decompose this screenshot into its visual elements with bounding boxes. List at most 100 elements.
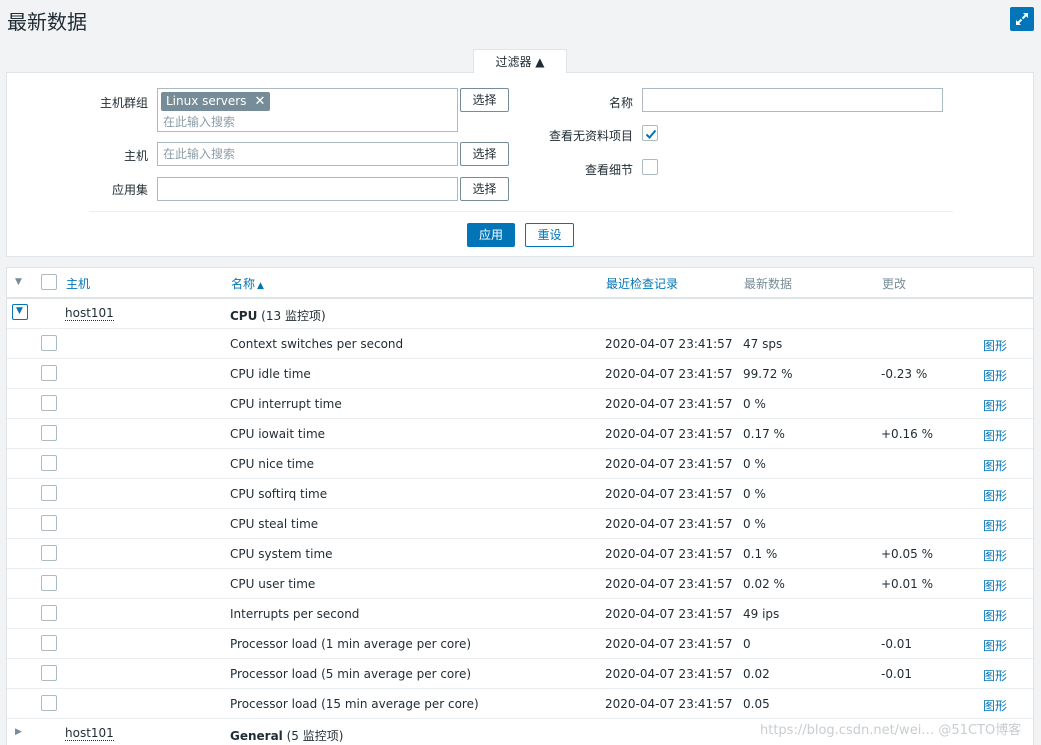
item-name: Interrupts per second [230,607,360,621]
item-last-check: 2020-04-07 23:41:57 [605,697,733,711]
item-last-value: 0 % [743,517,766,531]
group-host-link[interactable]: host101 [65,307,114,321]
item-checkbox[interactable] [41,515,57,531]
item-last-value: 0 % [743,487,766,501]
group-item-count: (13 监控项) [257,309,326,323]
group-application-label: General [230,729,283,743]
host-search-field[interactable] [157,142,458,166]
item-name: Processor load (5 min average per core) [230,667,472,681]
item-checkbox[interactable] [41,335,57,351]
column-name[interactable]: 名称 ▲ [231,275,264,292]
column-change: 更改 [882,277,907,291]
table-row: CPU idle time 2020-04-07 23:41:57 99.72 … [7,359,1033,389]
item-last-value: 0.17 % [743,427,785,441]
page-header: 最新数据 [0,0,1041,38]
collapse-group-button[interactable]: ▼ [12,304,28,320]
graph-link[interactable]: 图形 [983,517,1007,534]
reset-button[interactable]: 重设 [525,223,574,247]
item-checkbox[interactable] [41,605,57,621]
name-input[interactable] [643,89,942,111]
host-group-select-button[interactable]: 选择 [460,88,509,112]
item-checkbox[interactable] [41,425,57,441]
item-change: +0.05 % [881,547,933,561]
item-checkbox[interactable] [41,395,57,411]
table-row: Processor load (15 min average per core)… [7,689,1033,719]
host-group-search-placeholder[interactable]: 在此输入搜索 [163,113,235,130]
graph-link[interactable]: 图形 [983,367,1007,384]
show-details-checkbox[interactable] [642,159,658,175]
host-group-multiselect[interactable]: Linux servers ✕ 在此输入搜索 [157,88,458,132]
graph-link[interactable]: 图形 [983,457,1007,474]
graph-link[interactable]: 图形 [983,667,1007,684]
table-row: Interrupts per second 2020-04-07 23:41:5… [7,599,1033,629]
collapse-all-icon[interactable]: ▼ [15,277,22,287]
triangle-right-icon[interactable]: ▶ [15,727,22,737]
item-last-value: 0 % [743,397,766,411]
item-last-check: 2020-04-07 23:41:57 [605,577,733,591]
item-checkbox[interactable] [41,455,57,471]
item-name: CPU idle time [230,367,311,381]
group-application-name: CPU (13 监控项) [230,307,326,324]
item-checkbox[interactable] [41,545,57,561]
name-field[interactable] [642,88,943,112]
graph-link[interactable]: 图形 [983,577,1007,594]
group-item-count: (5 监控项) [282,729,344,743]
column-last-check[interactable]: 最近检查记录 [606,275,678,292]
item-checkbox[interactable] [41,635,57,651]
application-input[interactable] [158,178,457,200]
item-name: CPU softirq time [230,487,328,501]
item-checkbox[interactable] [41,575,57,591]
item-name: Context switches per second [230,337,404,351]
graph-link[interactable]: 图形 [983,547,1007,564]
select-all-checkbox[interactable] [41,274,57,290]
table-header: ▼ 主机 名称 ▲ 最近检查记录 最新数据 更改 [7,268,1033,299]
graph-link[interactable]: 图形 [983,427,1007,444]
item-last-check: 2020-04-07 23:41:57 [605,517,733,531]
item-last-value: 49 ips [743,607,780,621]
item-name: Processor load (1 min average per core) [230,637,472,651]
show-no-data-checkbox[interactable] [642,125,658,141]
fullscreen-button[interactable] [1010,7,1034,31]
column-host[interactable]: 主机 [66,275,90,292]
item-last-value: 0 [743,637,751,651]
remove-tag-icon[interactable]: ✕ [254,92,265,111]
graph-link[interactable]: 图形 [983,637,1007,654]
item-checkbox[interactable] [41,365,57,381]
graph-link[interactable]: 图形 [983,607,1007,624]
graph-link[interactable]: 图形 [983,697,1007,714]
item-last-value: 0.02 % [743,577,785,591]
host-group-tag[interactable]: Linux servers ✕ [161,92,271,111]
table-row: CPU iowait time 2020-04-07 23:41:57 0.17… [7,419,1033,449]
item-name: CPU interrupt time [230,397,342,411]
application-field[interactable] [157,177,458,201]
item-last-check: 2020-04-07 23:41:57 [605,397,733,411]
apply-button[interactable]: 应用 [467,223,515,247]
table-row: CPU steal time 2020-04-07 23:41:57 0 % 图… [7,509,1033,539]
table-row: CPU nice time 2020-04-07 23:41:57 0 % 图形 [7,449,1033,479]
item-name: Processor load (15 min average per core) [230,697,479,711]
host-group-label: 主机群组 [99,96,148,110]
show-details-label: 查看细节 [584,163,633,177]
group-host-link[interactable]: host101 [65,727,114,741]
item-last-value: 47 sps [743,337,783,351]
item-checkbox[interactable] [41,695,57,711]
table-row: CPU softirq time 2020-04-07 23:41:57 0 %… [7,479,1033,509]
item-last-check: 2020-04-07 23:41:57 [605,667,733,681]
group-application-name: General (5 监控项) [230,727,343,744]
filter-tab[interactable]: 过滤器 ▲ [473,49,567,73]
graph-link[interactable]: 图形 [983,397,1007,414]
triangle-down-icon: ▼ [16,306,23,316]
table-row: CPU user time 2020-04-07 23:41:57 0.02 %… [7,569,1033,599]
item-last-check: 2020-04-07 23:41:57 [605,487,733,501]
graph-link[interactable]: 图形 [983,487,1007,504]
item-checkbox[interactable] [41,665,57,681]
item-name: CPU system time [230,547,333,561]
watermark: https://blog.csdn.net/wei… @51CTO博客 [760,723,1022,738]
graph-link[interactable]: 图形 [983,337,1007,354]
item-checkbox[interactable] [41,485,57,501]
host-search-input[interactable] [158,143,457,165]
table-row: Processor load (5 min average per core) … [7,659,1033,689]
sort-asc-icon: ▲ [257,281,264,291]
item-name: CPU nice time [230,457,315,471]
application-select-button[interactable]: 选择 [460,177,509,201]
